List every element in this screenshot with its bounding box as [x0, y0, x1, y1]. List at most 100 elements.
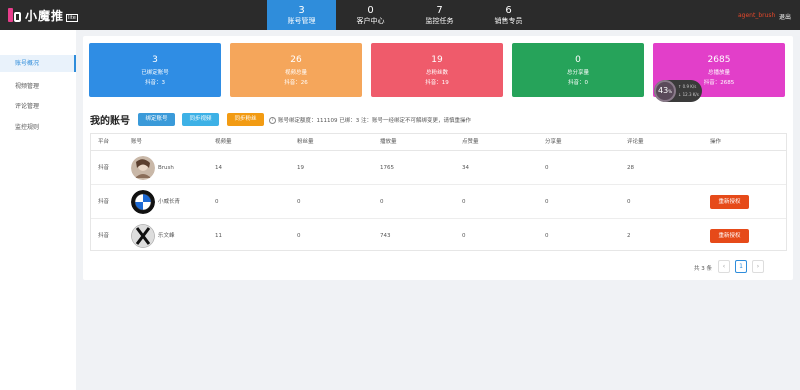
- upload-speed: ↑ 0.9 K/s: [678, 84, 697, 89]
- nav-count: 0: [367, 5, 374, 16]
- cell-likes: 34: [462, 165, 469, 171]
- sidebar-item-video-management[interactable]: 视频管理: [0, 78, 76, 95]
- sidebar-item-monitor-rules[interactable]: 监控规则: [0, 119, 76, 136]
- cpu-percent-value: 43: [658, 86, 669, 95]
- cell-shares: 0: [545, 165, 549, 171]
- cell-platform: 抖音: [98, 199, 110, 205]
- sync-video-button[interactable]: 同步视频: [182, 113, 219, 126]
- section-title: 我的账号: [90, 116, 130, 127]
- col-platform: 平台: [98, 139, 110, 145]
- table-row: 抖音 Brush 14 19 1765 34 0 28: [91, 151, 786, 185]
- download-speed-unit: K/s: [692, 92, 699, 97]
- upload-speed-unit: K/s: [690, 84, 697, 89]
- account-name: Brush: [158, 165, 174, 171]
- stat-sub: 抖音：3: [145, 80, 165, 86]
- table-row: 抖音 乐文峰 11 0 743 0 0 2 重新授权: [91, 219, 786, 253]
- app-logo[interactable]: 小魔推 lite: [8, 6, 78, 24]
- logo-badge: lite: [66, 14, 78, 22]
- quota-hint: ? 账号绑定额度：111109 已绑：3 注：账号一经绑定不可解绑变更，请慎重操…: [269, 116, 471, 124]
- cell-likes: 0: [462, 233, 466, 239]
- account-avatar: [131, 190, 155, 214]
- help-icon: ?: [269, 116, 276, 124]
- cell-comments: 2: [627, 233, 631, 239]
- cell-shares: 0: [545, 199, 549, 205]
- nav-sales-agents[interactable]: 6 销售专员: [474, 0, 543, 30]
- stat-sub: 抖音：19: [425, 80, 449, 86]
- cell-plays: 0: [380, 199, 384, 205]
- top-nav: 3 账号管理 0 客户中心 7 监控任务 6 销售专员: [267, 0, 543, 30]
- logo-text: 小魔推: [25, 8, 65, 23]
- stat-value: 2685: [707, 55, 731, 65]
- sidebar-item-comment-management[interactable]: 评论管理: [0, 98, 76, 115]
- stat-sub: 抖音：0: [568, 80, 588, 86]
- col-fans: 粉丝量: [297, 139, 314, 145]
- cell-plays: 1765: [380, 165, 394, 171]
- logout-link[interactable]: 退出: [779, 12, 791, 21]
- cpu-percent-gauge: 43%: [654, 80, 676, 102]
- cell-likes: 0: [462, 199, 466, 205]
- sidebar: 账号概况 视频管理 评论管理 监控规则: [0, 30, 76, 390]
- upload-speed-value: 0.9: [682, 84, 689, 89]
- cell-plays: 743: [380, 233, 391, 239]
- cpu-percent-unit: %: [668, 89, 672, 94]
- nav-count: 7: [436, 5, 443, 16]
- cell-fans: 0: [297, 233, 301, 239]
- nav-label: 客户中心: [356, 17, 385, 25]
- sync-fans-button[interactable]: 同步粉丝: [227, 113, 264, 126]
- account-name: 乐文峰: [158, 233, 175, 239]
- stat-value: 0: [575, 55, 581, 65]
- col-account: 账号: [131, 139, 143, 145]
- prev-page-button[interactable]: ‹: [718, 260, 730, 273]
- nav-account-management[interactable]: 3 账号管理: [267, 0, 336, 30]
- col-comments: 评论量: [627, 139, 644, 145]
- nav-label: 监控任务: [425, 17, 454, 25]
- next-page-button[interactable]: ›: [752, 260, 764, 273]
- account-avatar: [131, 224, 155, 248]
- reauthorize-button[interactable]: 重新授权: [710, 229, 749, 243]
- stat-card-video-total: 26 视频总量 抖音：26: [230, 43, 362, 97]
- nav-count: 3: [298, 5, 305, 16]
- page-1-button[interactable]: 1: [735, 260, 747, 273]
- logo-icon: [8, 7, 22, 23]
- stat-card-bound-accounts: 3 已绑定账号 抖音：3: [89, 43, 221, 97]
- nav-customer-center[interactable]: 0 客户中心: [336, 0, 405, 30]
- nav-label: 销售专员: [494, 17, 523, 25]
- nav-count: 6: [505, 5, 512, 16]
- download-speed-value: 12.3: [682, 92, 692, 97]
- sidebar-item-account-overview[interactable]: 账号概况: [0, 55, 76, 72]
- cell-fans: 0: [297, 199, 301, 205]
- stat-value: 26: [290, 55, 302, 65]
- stat-value: 19: [431, 55, 443, 65]
- stat-card-fans-total: 19 总粉丝数 抖音：19: [371, 43, 503, 97]
- user-name[interactable]: agent_brush: [738, 12, 775, 19]
- col-actions: 操作: [710, 139, 722, 145]
- accounts-table: 平台 账号 视频量 粉丝量 播放量 点赞量 分享量 评论量 操作 抖音 Brus…: [90, 133, 787, 251]
- account-avatar: [131, 156, 155, 180]
- stat-title: 已绑定账号: [141, 70, 169, 76]
- col-likes: 点赞量: [462, 139, 479, 145]
- cell-comments: 0: [627, 199, 631, 205]
- bind-account-button[interactable]: 绑定账号: [138, 113, 175, 126]
- nav-monitor-tasks[interactable]: 7 监控任务: [405, 0, 474, 30]
- stat-card-share-total: 0 总分享量 抖音：0: [512, 43, 644, 97]
- col-shares: 分享量: [545, 139, 562, 145]
- quota-hint-text: 账号绑定额度：111109 已绑：3 注：账号一经绑定不可解绑变更，请慎重操作: [278, 118, 471, 124]
- nav-label: 账号管理: [287, 17, 316, 25]
- cell-platform: 抖音: [98, 165, 110, 171]
- cell-shares: 0: [545, 233, 549, 239]
- account-name: 小威长青: [158, 199, 181, 205]
- top-bar: 小魔推 lite 3 账号管理 0 客户中心 7 监控任务 6 销售专员 age…: [0, 0, 800, 30]
- stat-value: 3: [152, 55, 158, 65]
- stat-title: 总分享量: [566, 70, 589, 76]
- table-header: 平台 账号 视频量 粉丝量 播放量 点赞量 分享量 评论量 操作: [91, 134, 786, 151]
- cell-videos: 11: [215, 233, 222, 239]
- network-speed-widget[interactable]: 43% ↑ 0.9 K/s ↓ 12.3 K/s: [654, 80, 702, 102]
- table-row: 抖音 小威长青 0 0 0 0 0 0 重新授权: [91, 185, 786, 219]
- stat-sub: 抖音：26: [284, 80, 308, 86]
- col-plays: 播放量: [380, 139, 397, 145]
- cell-comments: 28: [627, 165, 634, 171]
- reauthorize-button[interactable]: 重新授权: [710, 195, 749, 209]
- cell-videos: 0: [215, 199, 219, 205]
- cell-videos: 14: [215, 165, 222, 171]
- stat-title: 总粉丝数: [425, 70, 448, 76]
